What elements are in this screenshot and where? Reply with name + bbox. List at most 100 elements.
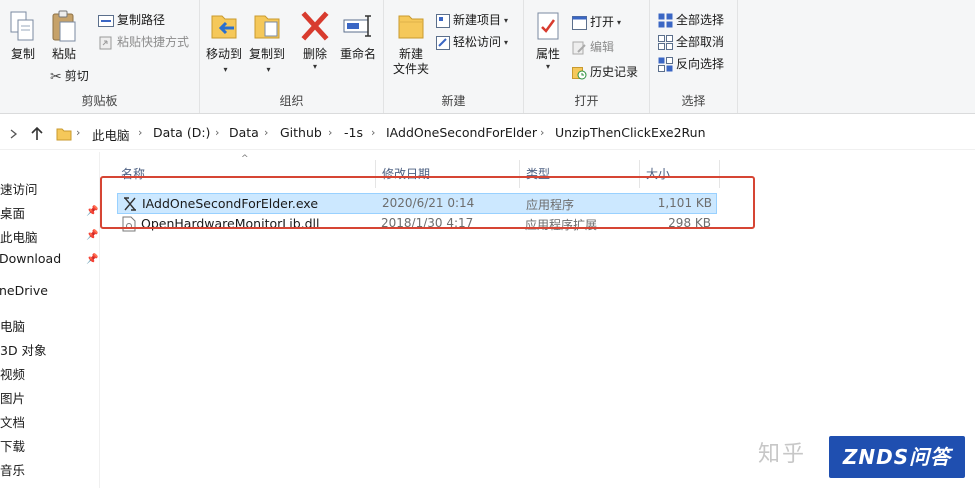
- breadcrumb-separator[interactable]: ›: [371, 126, 375, 139]
- breadcrumb-github[interactable]: Github: [280, 125, 322, 140]
- znds-logo: ZNDS问答: [829, 436, 965, 478]
- nav-item-quick-access[interactable]: 速访问: [0, 179, 38, 198]
- folder-icon: [56, 128, 72, 141]
- paste-button[interactable]: 粘贴: [44, 10, 84, 62]
- nav-item-music[interactable]: 音乐: [0, 460, 25, 479]
- breadcrumb-data[interactable]: Data: [229, 125, 259, 140]
- copy-to-button[interactable]: 复制到▾: [246, 10, 288, 77]
- new-group: 新建 文件夹 新建项目 ▾ 轻松访问 ▾ 新建: [384, 0, 524, 113]
- breadcrumb-separator[interactable]: ›: [215, 126, 219, 139]
- table-row[interactable]: OpenHardwareMonitorLib.dll 2018/1/30 4:1…: [117, 214, 717, 235]
- breadcrumb-iaddonesecondforelder[interactable]: IAddOneSecondForElder: [386, 125, 537, 140]
- nav-item-onedrive[interactable]: neDrive: [0, 283, 48, 298]
- paste-icon: [52, 10, 76, 42]
- breadcrumb-this-pc[interactable]: 此电脑: [92, 125, 130, 144]
- breadcrumb-1s[interactable]: -1s: [344, 125, 363, 140]
- cut-button[interactable]: ✂ 剪切: [50, 66, 89, 86]
- column-divider[interactable]: [719, 160, 720, 188]
- column-divider[interactable]: [639, 160, 640, 188]
- file-name: IAddOneSecondForElder.exe: [142, 196, 319, 211]
- address-bar-row: › 此电脑 › Data (D:) › Data › Github › -1s …: [0, 118, 975, 150]
- column-header-name[interactable]: 名称: [121, 162, 145, 186]
- history-label: 历史记录: [590, 65, 639, 79]
- column-header-size[interactable]: 大小: [646, 162, 670, 186]
- table-row[interactable]: IAddOneSecondForElder.exe 2020/6/21 0:14…: [117, 193, 717, 214]
- nav-item-this-pc[interactable]: 电脑: [0, 316, 25, 335]
- nav-item-downloads[interactable]: 下载: [0, 436, 25, 455]
- paste-shortcut-icon: [99, 36, 112, 49]
- properties-label: 属性: [535, 47, 560, 61]
- copy-path-button[interactable]: 复制路径: [98, 10, 165, 30]
- nav-item-desktop[interactable]: 桌面: [0, 203, 25, 222]
- delete-x-icon: [301, 11, 329, 41]
- address-box[interactable]: › 此电脑 › Data (D:) › Data › Github › -1s …: [50, 121, 975, 147]
- exe-file-icon: [124, 197, 136, 211]
- new-folder-icon: [398, 15, 424, 39]
- rename-button[interactable]: 重命名: [336, 10, 380, 62]
- new-folder-button[interactable]: 新建 文件夹: [388, 10, 434, 77]
- breadcrumb-unzipthenclickexe2run[interactable]: UnzipThenClickExe2Run: [555, 125, 706, 140]
- column-header-type[interactable]: 类型: [526, 162, 550, 186]
- breadcrumb-separator[interactable]: ›: [76, 126, 80, 139]
- nav-item-documents[interactable]: 文档: [0, 412, 25, 431]
- new-item-button[interactable]: 新建项目 ▾: [436, 10, 508, 30]
- open-label: 打开: [590, 15, 615, 29]
- easy-access-button[interactable]: 轻松访问 ▾: [436, 32, 508, 52]
- file-date: 2020/6/21 0:14: [382, 196, 475, 210]
- edit-button[interactable]: 编辑: [572, 37, 614, 57]
- select-group-label: 选择: [681, 94, 706, 108]
- select-none-button[interactable]: 全部取消: [658, 32, 724, 52]
- copy-to-label: 复制到▾: [248, 47, 285, 74]
- organize-group: 移动到▾ 复制到▾ 删除 ▾ 重命名 组织: [200, 0, 384, 113]
- move-to-button[interactable]: 移动到▾: [204, 10, 244, 77]
- sort-ascending-icon: ^: [241, 154, 249, 164]
- column-divider[interactable]: [519, 160, 520, 188]
- properties-button[interactable]: 属性 ▾: [530, 10, 566, 71]
- open-group: 属性 ▾ 打开 ▾ 编辑 历史记录 打开: [524, 0, 650, 113]
- breadcrumb-separator[interactable]: ›: [264, 126, 268, 139]
- move-to-label: 移动到▾: [205, 47, 242, 74]
- file-size: 1,101 KB: [657, 196, 712, 210]
- nav-item-download[interactable]: Download: [0, 251, 61, 266]
- invert-selection-label: 反向选择: [676, 57, 725, 71]
- history-icon: [572, 66, 587, 79]
- up-arrow-icon[interactable]: [27, 124, 47, 144]
- invert-selection-button[interactable]: 反向选择: [658, 54, 724, 74]
- pin-icon: 📌: [86, 206, 99, 217]
- breadcrumb-separator[interactable]: ›: [328, 126, 332, 139]
- file-size: 298 KB: [668, 216, 711, 230]
- copy-button[interactable]: 复制: [4, 10, 42, 62]
- zhihu-watermark: 知乎: [758, 442, 807, 467]
- copy-to-icon: [254, 15, 280, 39]
- properties-icon: [537, 12, 559, 40]
- file-type: 应用程序: [526, 198, 575, 212]
- dll-file-icon: [122, 216, 136, 232]
- paste-shortcut-label: 粘贴快捷方式: [117, 35, 190, 49]
- rename-icon: [343, 15, 371, 37]
- breadcrumb-separator[interactable]: ›: [138, 126, 142, 139]
- cut-label: 剪切: [64, 69, 89, 83]
- file-type: 应用程序扩展: [525, 218, 598, 232]
- breadcrumb-data-drive[interactable]: Data (D:): [153, 125, 210, 140]
- invert-selection-icon: [658, 57, 673, 72]
- recent-locations-chevron-icon[interactable]: [8, 124, 20, 144]
- column-header-date[interactable]: 修改日期: [382, 162, 430, 186]
- paste-shortcut-button[interactable]: 粘贴快捷方式: [98, 32, 189, 52]
- copy-icon: [10, 11, 34, 41]
- nav-item-3d-objects[interactable]: 3D 对象: [0, 340, 47, 359]
- history-button[interactable]: 历史记录: [572, 62, 638, 82]
- new-item-icon: [436, 13, 450, 28]
- column-divider[interactable]: [375, 160, 376, 188]
- new-item-label: 新建项目: [453, 13, 502, 27]
- clipboard-group-label: 剪贴板: [81, 94, 118, 108]
- select-all-button[interactable]: 全部选择: [658, 10, 724, 30]
- clipboard-group: 复制 粘贴 复制路径 粘贴快捷方式 ✂ 剪切 剪贴板: [0, 0, 200, 113]
- nav-item-this-pc-pinned[interactable]: 此电脑: [0, 227, 38, 246]
- nav-item-videos[interactable]: 视频: [0, 364, 25, 383]
- breadcrumb-separator[interactable]: ›: [540, 126, 544, 139]
- delete-button[interactable]: 删除 ▾: [298, 10, 332, 71]
- open-button[interactable]: 打开 ▾: [572, 12, 621, 32]
- copy-label: 复制: [10, 47, 35, 61]
- pin-icon: 📌: [86, 254, 99, 265]
- nav-item-pictures[interactable]: 图片: [0, 388, 25, 407]
